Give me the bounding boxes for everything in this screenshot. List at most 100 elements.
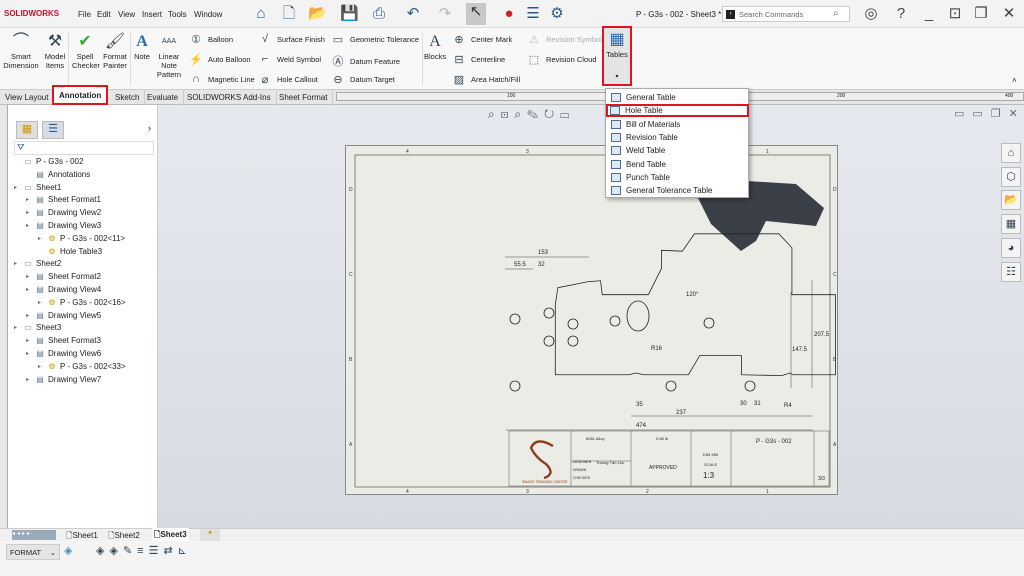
- open-icon[interactable]: 📂: [308, 5, 327, 23]
- task-pane-home-icon[interactable]: ⌂: [1001, 143, 1021, 163]
- expand-toggle-icon[interactable]: ▸: [26, 286, 32, 293]
- menu-file[interactable]: File: [78, 10, 91, 19]
- spell-checker-button[interactable]: ✔ Spell Checker: [72, 32, 100, 70]
- expand-toggle-icon[interactable]: ▸: [14, 260, 20, 267]
- menu-insert[interactable]: Insert: [142, 10, 162, 19]
- geometric-tolerance-button[interactable]: ▭ Geometric Tolerance: [330, 33, 419, 46]
- tab-solidworks-addins[interactable]: SOLIDWORKS Add-Ins: [182, 90, 277, 105]
- drawing-sheet[interactable]: 153 55.5 32 120° R16 147.5 207.5 35 237 30 31 R4 474…: [345, 145, 838, 495]
- layer-format-select[interactable]: FORMAT ⌄: [6, 544, 60, 560]
- expand-toggle-icon[interactable]: ▸: [14, 184, 20, 191]
- surface-finish-button[interactable]: √ Surface Finish: [257, 33, 325, 45]
- feature-manager-tab-icon[interactable]: ▦: [16, 121, 38, 139]
- menu-view[interactable]: View: [118, 10, 135, 19]
- sheet-tab-sheet3[interactable]: 🗋Sheet3: [152, 528, 189, 541]
- revision-cloud-button[interactable]: ⬚ Revision Cloud: [526, 53, 597, 66]
- note-button[interactable]: A Note: [132, 32, 152, 61]
- tab-sheet-format[interactable]: Sheet Format: [274, 90, 334, 105]
- tree-item[interactable]: ▸ ▤ Drawing View2: [26, 208, 101, 217]
- menu-tools[interactable]: Tools: [168, 10, 187, 19]
- expand-toggle-icon[interactable]: ▸: [26, 312, 32, 319]
- expand-panel-chevron-icon[interactable]: ›: [148, 123, 151, 133]
- task-pane-custom-properties-icon[interactable]: ☷: [1001, 262, 1021, 282]
- auto-balloon-button[interactable]: ⚡ Auto Balloon: [188, 53, 250, 66]
- task-pane-appearances-icon[interactable]: ◕: [1001, 238, 1021, 258]
- tree-item[interactable]: ▸ ▤ Sheet Format2: [26, 272, 101, 281]
- centerline-button[interactable]: ⊟ Centerline: [451, 53, 505, 66]
- datum-feature-button[interactable]: Ⓐ Datum Feature: [330, 53, 401, 69]
- expand-toggle-icon[interactable]: ▸: [26, 196, 32, 203]
- tables-button[interactable]: ▦ Tables ▾: [602, 26, 632, 86]
- tree-item[interactable]: ▸ ▭ Sheet1: [14, 183, 61, 192]
- help-icon[interactable]: ?: [892, 5, 910, 23]
- expand-toggle-icon[interactable]: ▸: [38, 363, 44, 370]
- tree-item[interactable]: ▸ ▭ Sheet2: [14, 259, 61, 268]
- menu-item-hole-table[interactable]: Hole Table: [606, 104, 749, 118]
- weld-symbol-button[interactable]: ⌐ Weld Symbol: [257, 53, 321, 65]
- tree-item[interactable]: ▸ ⚙ P - G3s - 002<11>: [38, 234, 125, 243]
- tables-dropdown-arrow[interactable]: ▾: [604, 73, 630, 82]
- options-gear-icon[interactable]: ⚙: [548, 5, 566, 23]
- expand-toggle-icon[interactable]: ▸: [14, 324, 20, 331]
- undo-icon[interactable]: ↶: [404, 5, 422, 23]
- menu-item-revision-table[interactable]: Revision Table: [609, 131, 745, 144]
- expand-toggle-icon[interactable]: ▸: [26, 273, 32, 280]
- expand-toggle-icon[interactable]: ▸: [38, 235, 44, 242]
- file-properties-icon[interactable]: ☰: [524, 5, 542, 23]
- search-commands-input[interactable]: › Search Commands ⌕: [722, 6, 850, 22]
- datum-target-button[interactable]: ⊖ Datum Target: [330, 73, 395, 86]
- expand-toggle-icon[interactable]: ▸: [26, 337, 32, 344]
- center-mark-button[interactable]: ⊕ Center Mark: [451, 33, 512, 46]
- menu-window[interactable]: Window: [194, 10, 222, 19]
- expand-toggle-icon[interactable]: ▸: [26, 222, 32, 229]
- tab-evaluate[interactable]: Evaluate: [142, 90, 185, 105]
- tree-filter-input[interactable]: ⛛: [14, 141, 154, 155]
- home-icon[interactable]: ⌂: [252, 5, 270, 23]
- tree-item[interactable]: ▸ ⚙ P - G3s - 002<16>: [38, 298, 126, 307]
- pin-window-button[interactable]: ⊡: [946, 5, 964, 23]
- search-icon[interactable]: ⌕: [833, 8, 839, 19]
- layer-properties-icon[interactable]: ◈: [64, 544, 72, 557]
- tree-item[interactable]: ▤ Annotations: [26, 170, 90, 179]
- expand-toggle-icon[interactable]: ▸: [26, 376, 32, 383]
- collapse-ribbon-icon[interactable]: ˄: [1012, 76, 1017, 85]
- minimize-button[interactable]: _: [920, 5, 938, 23]
- menu-item-punch-table[interactable]: Punch Table: [609, 171, 745, 184]
- redo-icon[interactable]: ↷: [436, 5, 454, 23]
- tree-item[interactable]: ▸ ▤ Drawing View5: [26, 311, 101, 320]
- tree-item[interactable]: ▭ P - G3s - 002: [14, 157, 83, 166]
- tree-item[interactable]: ▸ ▤ Drawing View3: [26, 221, 101, 230]
- save-icon[interactable]: 💾: [340, 5, 359, 23]
- select-pointer-icon[interactable]: ↖: [466, 3, 486, 25]
- tree-item[interactable]: ▸ ▤ Drawing View4: [26, 285, 101, 294]
- hole-callout-button[interactable]: ⌀ Hole Callout: [257, 73, 318, 86]
- menu-item-general-tolerance-table[interactable]: General Tolerance Table: [609, 184, 745, 197]
- blocks-button[interactable]: A Blocks: [424, 32, 446, 61]
- task-pane-view-palette-icon[interactable]: ▦: [1001, 214, 1021, 234]
- task-pane-file-explorer-icon[interactable]: 📂: [1001, 190, 1021, 210]
- model-items-button[interactable]: ⚒ Model Items: [42, 32, 68, 70]
- heads-up-view-toolbar[interactable]: ⌕⊡⌕✎↻▭: [488, 107, 575, 122]
- expand-toggle-icon[interactable]: ▸: [38, 299, 44, 306]
- viewport-window-controls[interactable]: ▭▭❐✕: [954, 107, 1024, 120]
- menu-edit[interactable]: Edit: [97, 10, 111, 19]
- tree-item[interactable]: ▸ ▤ Drawing View7: [26, 375, 101, 384]
- menu-item-weld-table[interactable]: Weld Table: [609, 144, 745, 157]
- revision-symbol-button[interactable]: ⚠ Revision Symbol: [526, 33, 602, 46]
- magnetic-line-button[interactable]: ∩ Magnetic Line: [188, 73, 255, 85]
- format-painter-button[interactable]: 🖌 Format Painter: [100, 32, 130, 70]
- tree-item[interactable]: ▸ ▤ Drawing View6: [26, 349, 101, 358]
- tree-item[interactable]: ▸ ▭ Sheet3: [14, 323, 61, 332]
- tree-item[interactable]: ⚙ Hole Table3: [38, 247, 102, 256]
- expand-toggle-icon[interactable]: ▸: [26, 209, 32, 216]
- tree-item[interactable]: ▸ ▤ Sheet Format3: [26, 336, 101, 345]
- print-icon[interactable]: ⎙: [370, 5, 388, 23]
- tree-item[interactable]: ▸ ▤ Sheet Format1: [26, 195, 101, 204]
- area-hatch-fill-button[interactable]: ▨ Area Hatch/Fill: [451, 73, 520, 86]
- rebuild-traffic-light-icon[interactable]: ●: [500, 5, 518, 23]
- tree-item[interactable]: ▸ ⚙ P - G3s - 002<33>: [38, 362, 126, 371]
- user-account-icon[interactable]: ◎: [862, 5, 880, 23]
- smart-dimension-button[interactable]: ⌒ Smart Dimension: [2, 32, 40, 70]
- task-pane-3d-content-icon[interactable]: ⬡: [1001, 167, 1021, 187]
- menu-item-bill-of-materials[interactable]: Bill of Materials: [609, 118, 745, 131]
